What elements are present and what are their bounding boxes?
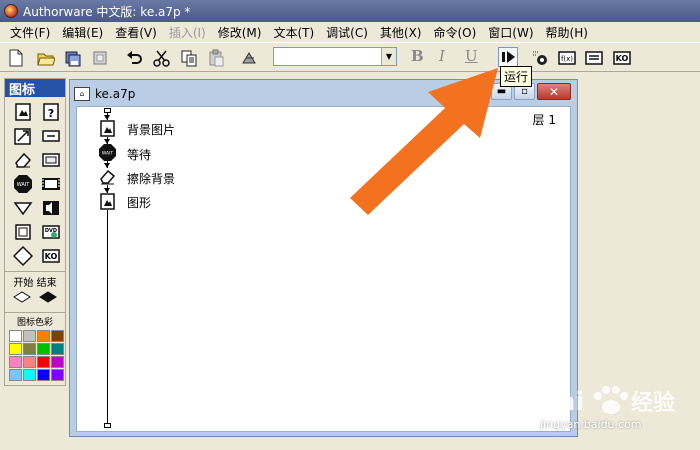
authorware-app-icon [4, 4, 18, 18]
color-swatch[interactable] [23, 369, 36, 381]
color-swatch[interactable] [9, 343, 22, 355]
color-swatch[interactable] [9, 356, 22, 368]
functions-icon[interactable]: f(x) [557, 48, 577, 68]
wait-icon[interactable]: WAIT [11, 173, 35, 195]
svg-text:f(x): f(x) [561, 55, 573, 63]
map-icon[interactable] [39, 149, 63, 171]
bold-button[interactable]: B [411, 47, 424, 65]
menu-debug[interactable]: 调试(C) [320, 24, 374, 41]
menu-insert: 插入(I) [168, 25, 206, 40]
svg-text:WAIT: WAIT [102, 151, 114, 157]
menu-bar: 文件(F) 编辑(E) 查看(V) 插入(I) 修改(M) 文本(T) 调试(C… [0, 22, 700, 42]
flow-icon-display[interactable] [99, 120, 116, 137]
chevron-down-icon[interactable]: ▼ [381, 48, 396, 65]
save-all-icon[interactable] [63, 48, 83, 68]
design-window-icon: ⌂ [74, 87, 90, 101]
icon-palette: 图标 ? WAIT DVD KO 开始 结束 图标色彩 [4, 78, 66, 386]
menu-edit[interactable]: 编辑(E) [56, 24, 109, 41]
paste-icon[interactable] [206, 48, 226, 68]
flow-label[interactable]: 擦除背景 [127, 170, 175, 187]
stop-flag-icon[interactable] [39, 291, 57, 306]
find-icon[interactable] [240, 48, 260, 68]
color-swatch[interactable] [23, 343, 36, 355]
icon-color-swatches [5, 328, 65, 383]
color-swatch[interactable] [51, 356, 64, 368]
color-swatch[interactable] [23, 330, 36, 342]
digital-movie-icon[interactable] [39, 173, 63, 195]
menu-window[interactable]: 窗口(W) [482, 24, 539, 41]
display-icon[interactable] [11, 101, 35, 123]
menu-modify[interactable]: 修改(M) [212, 24, 268, 41]
color-swatch[interactable] [37, 343, 50, 355]
menu-view[interactable]: 查看(V) [109, 24, 163, 41]
color-swatch[interactable] [51, 343, 64, 355]
svg-text:?: ? [48, 107, 54, 120]
sound-icon[interactable] [39, 197, 63, 219]
svg-text:KO: KO [45, 252, 58, 261]
color-swatch[interactable] [9, 330, 22, 342]
flow-icon-wait[interactable]: WAIT [99, 144, 116, 161]
color-swatch[interactable] [51, 330, 64, 342]
flow-label[interactable]: 图形 [127, 194, 151, 211]
run-button[interactable] [498, 47, 518, 67]
color-swatch[interactable] [9, 369, 22, 381]
open-folder-icon[interactable] [36, 48, 56, 68]
framework-icon[interactable] [11, 221, 35, 243]
svg-text:Bai: Bai [538, 387, 584, 417]
motion-icon[interactable] [11, 125, 35, 147]
color-swatch[interactable] [37, 356, 50, 368]
svg-text:WAIT: WAIT [17, 182, 31, 188]
window-title: Authorware 中文版: ke.a7p * [23, 4, 191, 19]
svg-text:KO: KO [616, 54, 629, 63]
knowledge-object-icon[interactable]: KO [39, 245, 63, 267]
color-swatch[interactable] [23, 356, 36, 368]
flow-icon-erase[interactable] [99, 168, 116, 185]
menu-help[interactable]: 帮助(H) [540, 24, 594, 41]
interaction-icon[interactable]: ? [39, 101, 63, 123]
flowline-end-handle[interactable] [104, 423, 111, 428]
knowledge-objects-icon[interactable]: KO [612, 48, 632, 68]
title-bar: Authorware 中文版: ke.a7p * [0, 0, 700, 22]
svg-text:经验: 经验 [631, 390, 675, 416]
color-swatch[interactable] [37, 330, 50, 342]
color-swatch[interactable] [37, 369, 50, 381]
navigate-icon[interactable] [11, 197, 35, 219]
palette-title[interactable]: 图标 [5, 79, 65, 98]
calculation-icon[interactable] [39, 125, 63, 147]
cut-icon[interactable] [152, 48, 172, 68]
control-panel-icon[interactable] [530, 48, 550, 68]
watermark-url: jingyan.baidu.com [540, 418, 642, 431]
annotation-arrow-icon [350, 68, 498, 215]
variables-icon[interactable] [584, 48, 604, 68]
design-window-title: ke.a7p [95, 87, 136, 101]
erase-icon[interactable] [11, 149, 35, 171]
menu-commands[interactable]: 命令(O) [427, 24, 482, 41]
palette-title-label: 图标 [9, 82, 36, 98]
flow-label[interactable]: 等待 [127, 146, 151, 163]
italic-button[interactable]: I [439, 47, 445, 65]
level-indicator: 层 1 [532, 113, 556, 127]
icon-color-label: 图标色彩 [5, 312, 65, 328]
new-file-icon[interactable] [6, 48, 26, 68]
flow-label[interactable]: 背景图片 [127, 121, 175, 138]
import-icon[interactable] [90, 48, 110, 68]
start-end-flags-label: 开始 结束 [5, 271, 65, 289]
menu-text[interactable]: 文本(T) [267, 24, 320, 41]
decision-icon[interactable] [11, 245, 35, 267]
copy-icon[interactable] [179, 48, 199, 68]
color-swatch[interactable] [51, 369, 64, 381]
close-button[interactable]: ✕ [537, 83, 571, 100]
undo-icon[interactable] [124, 48, 144, 68]
dvd-icon[interactable]: DVD [39, 221, 63, 243]
flow-icon-display[interactable] [99, 193, 116, 210]
underline-button[interactable]: U [465, 47, 478, 65]
menu-xtras[interactable]: 其他(X) [374, 24, 428, 41]
menu-file[interactable]: 文件(F) [4, 24, 56, 41]
font-select[interactable]: ▼ [273, 47, 397, 66]
start-flag-icon[interactable] [13, 291, 31, 306]
